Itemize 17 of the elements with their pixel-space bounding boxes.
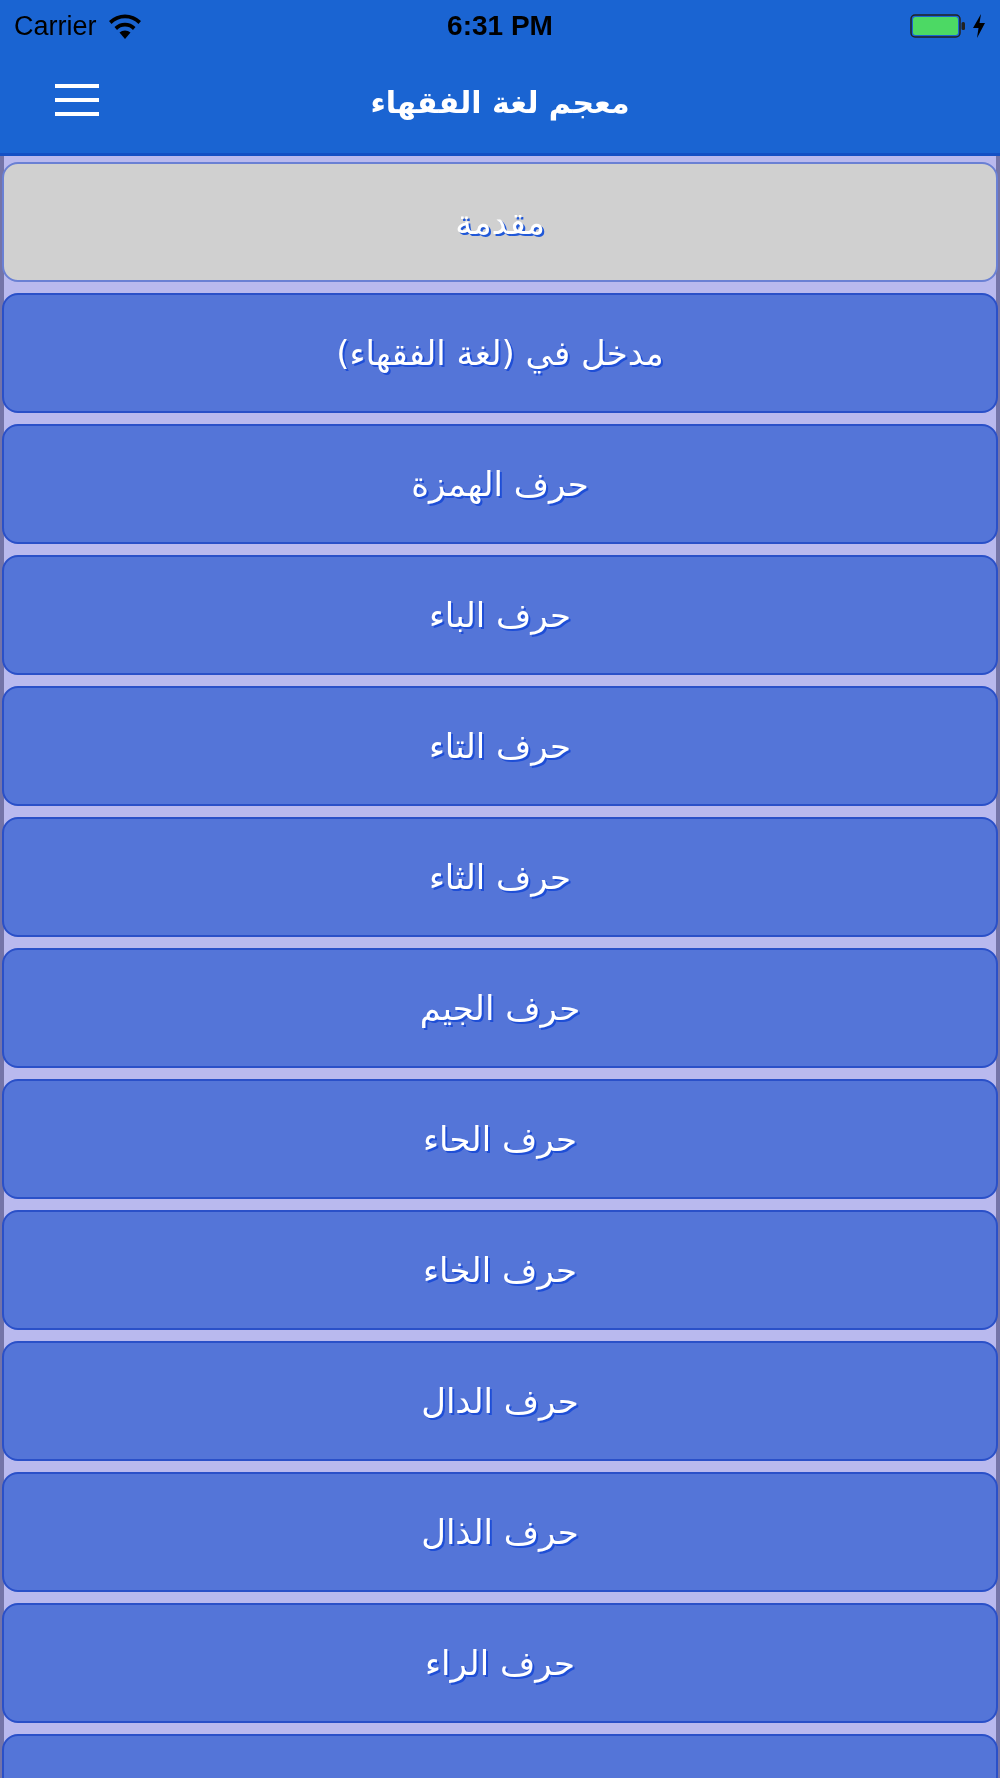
battery-icon — [910, 14, 966, 38]
list-item-button[interactable]: مدخل في (لغة الفقهاء) — [2, 293, 998, 413]
list-item-button[interactable]: حرف التاء — [2, 686, 998, 806]
list-item-button[interactable]: حرف الحاء — [2, 1079, 998, 1199]
list-item-button[interactable]: حرف الخاء — [2, 1210, 998, 1330]
carrier-name: Carrier — [14, 12, 97, 40]
list-item-button[interactable]: حرف الذال — [2, 1472, 998, 1592]
list-item-button[interactable]: حرف الثاء — [2, 817, 998, 937]
wifi-icon — [106, 13, 143, 39]
list-item-button[interactable]: حرف الهمزة — [2, 424, 998, 544]
list-item-button[interactable]: حرف الباء — [2, 555, 998, 675]
status-time: 6:31 PM — [447, 12, 553, 40]
list-item-button[interactable]: حرف الراء — [2, 1603, 998, 1723]
charging-bolt-icon — [972, 14, 986, 38]
list-item-button[interactable]: حرف الدال — [2, 1341, 998, 1461]
list-item-button[interactable]: حرف الجيم — [2, 948, 998, 1068]
menu-icon — [55, 84, 99, 116]
